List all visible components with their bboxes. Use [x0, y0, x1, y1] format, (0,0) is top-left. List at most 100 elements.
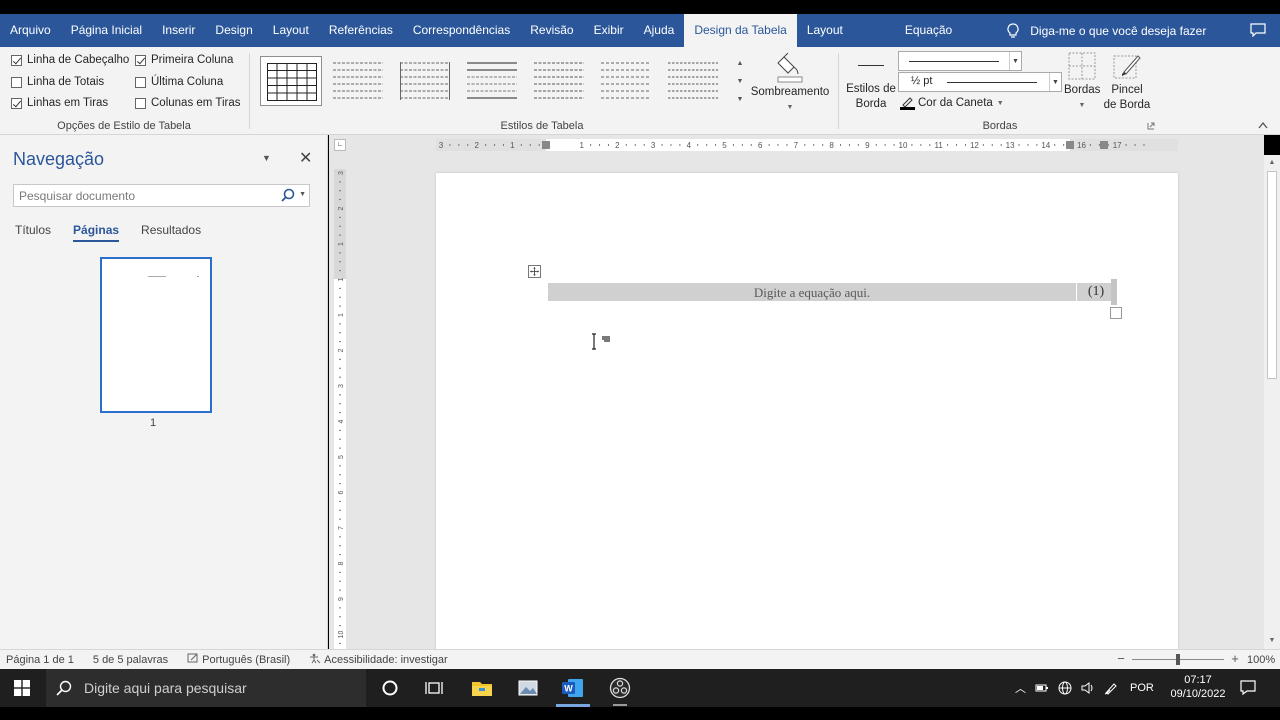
checkbox[interactable] — [11, 76, 22, 88]
search-options-chevron-icon[interactable]: ▼ — [299, 191, 306, 198]
tab-revisao[interactable]: Revisão — [520, 14, 583, 47]
close-icon[interactable]: ✕ — [299, 148, 312, 168]
tab-design[interactable]: Design — [205, 14, 262, 47]
tab-layout-tabela[interactable]: Layout — [797, 14, 853, 47]
table-style-3[interactable] — [394, 56, 456, 106]
gallery-scroll[interactable]: ▲ ▼ ▼ — [734, 54, 746, 110]
scroll-thumb[interactable] — [1267, 171, 1277, 379]
nav-tab-paginas[interactable]: Páginas — [73, 223, 120, 242]
dialog-launcher-icon[interactable] — [1147, 122, 1155, 130]
status-language[interactable]: Português (Brasil) — [187, 653, 290, 666]
tab-equacao[interactable]: Equação — [895, 14, 962, 47]
tab-exibir[interactable]: Exibir — [584, 14, 634, 47]
word-icon[interactable]: W — [562, 677, 584, 699]
zoom-out-icon[interactable]: − — [1116, 652, 1126, 665]
taskbar-search[interactable] — [46, 669, 366, 707]
table-style-2[interactable] — [327, 56, 389, 106]
battery-icon[interactable] — [1035, 681, 1049, 695]
task-view-icon[interactable] — [423, 677, 445, 699]
nav-search-input[interactable] — [19, 188, 279, 203]
table-style-5[interactable] — [528, 56, 590, 106]
tab-ajuda[interactable]: Ajuda — [634, 14, 685, 47]
vertical-scrollbar[interactable]: ▲ ▼ — [1264, 155, 1280, 649]
tray-language[interactable]: POR — [1130, 682, 1154, 694]
equation-placeholder[interactable]: Digite a equação aqui. — [548, 283, 1076, 301]
chk-header-row[interactable]: Linha de Cabeçalho — [11, 54, 129, 66]
zoom-track[interactable] — [1132, 653, 1224, 665]
notification-icon[interactable] — [1240, 680, 1256, 695]
tab-arquivo[interactable]: Arquivo — [0, 14, 61, 47]
taskbar-search-input[interactable] — [84, 680, 364, 696]
pen-color-button[interactable]: Cor da Caneta ▼ — [900, 96, 1004, 110]
zoom-knob[interactable] — [1176, 653, 1180, 665]
gallery-down-icon[interactable]: ▼ — [734, 72, 746, 90]
volume-icon[interactable] — [1081, 681, 1095, 695]
tab-selector[interactable]: ∟ — [334, 139, 346, 151]
checkbox[interactable] — [135, 54, 146, 66]
table-move-icon[interactable] — [528, 265, 541, 278]
shading-button[interactable]: Sombreamento ▼ — [748, 51, 832, 115]
tray-overflow-icon[interactable]: ︿ — [1015, 680, 1026, 696]
collapse-ribbon-icon[interactable] — [1258, 121, 1268, 129]
status-page[interactable]: Página 1 de 1 — [6, 654, 74, 666]
nav-search-box[interactable]: ▼ — [13, 184, 310, 207]
horizontal-ruler[interactable]: 3 2 1 1 2 3 4 5 6 7 8 9 10 11 12 13 14 16 17 — [436, 139, 1178, 151]
chk-banded-rows[interactable]: Linhas em Tiras — [11, 97, 108, 109]
table-resize-handle[interactable] — [1110, 307, 1122, 319]
obs-icon[interactable] — [609, 677, 631, 699]
table-style-6[interactable] — [595, 56, 657, 106]
zoom-slider[interactable]: − + — [1116, 652, 1240, 665]
nav-options-chevron-icon[interactable]: ▼ — [262, 153, 271, 163]
tab-layout[interactable]: Layout — [263, 14, 319, 47]
chevron-down-icon[interactable]: ▼ — [1049, 73, 1061, 91]
status-words[interactable]: 5 de 5 palavras — [93, 654, 168, 666]
tell-me-search[interactable]: Diga-me o que você deseja fazer — [1006, 22, 1206, 39]
comment-icon[interactable] — [1250, 23, 1266, 37]
chk-last-column[interactable]: Última Coluna — [135, 76, 223, 88]
table-style-4[interactable] — [461, 56, 523, 106]
gallery-more-icon[interactable]: ▼ — [734, 90, 746, 108]
document-page[interactable]: Digite a equação aqui. (1) — [436, 173, 1178, 649]
tab-referencias[interactable]: Referências — [319, 14, 403, 47]
file-explorer-icon[interactable] — [471, 677, 493, 699]
search-icon[interactable] — [281, 188, 295, 202]
tab-inserir[interactable]: Inserir — [152, 14, 205, 47]
zoom-in-icon[interactable]: + — [1230, 652, 1240, 665]
zoom-level[interactable]: 100% — [1247, 654, 1275, 666]
nav-tab-titulos[interactable]: Títulos — [15, 223, 51, 237]
system-tray: ︿ POR — [1015, 669, 1154, 707]
scroll-up-icon[interactable]: ▲ — [1267, 159, 1277, 167]
vertical-ruler[interactable]: 3 2 1 1 1 2 3 4 5 6 7 8 9 10 — [334, 169, 346, 649]
network-icon[interactable] — [1058, 681, 1072, 695]
checkbox[interactable] — [11, 54, 22, 66]
tab-pagina-inicial[interactable]: Página Inicial — [61, 14, 152, 47]
pen-icon[interactable] — [1104, 681, 1118, 695]
table-style-grid[interactable] — [260, 56, 322, 106]
status-accessibility[interactable]: Acessibilidade: investigar — [309, 653, 448, 666]
photos-icon[interactable] — [517, 677, 539, 699]
windows-start-icon[interactable] — [14, 680, 30, 696]
checkbox[interactable] — [11, 97, 22, 109]
chk-total-row[interactable]: Linha de Totais — [11, 76, 104, 88]
border-styles-button[interactable]: Estilos de Borda — [845, 57, 897, 112]
gallery-up-icon[interactable]: ▲ — [734, 54, 746, 72]
nav-tab-resultados[interactable]: Resultados — [141, 223, 201, 237]
borders-button[interactable]: Bordas ▼ — [1064, 52, 1100, 113]
line-style-combo[interactable]: ▼ — [898, 51, 1022, 71]
chk-first-column[interactable]: Primeira Coluna — [135, 54, 233, 66]
border-painter-button[interactable]: Pincel de Borda — [1102, 52, 1152, 113]
table-style-7[interactable] — [662, 56, 724, 106]
checkbox[interactable] — [135, 76, 146, 88]
checkbox[interactable] — [135, 97, 146, 109]
tab-design-da-tabela[interactable]: Design da Tabela — [684, 14, 797, 47]
line-weight-combo[interactable]: ½ pt ▼ — [898, 72, 1062, 92]
chevron-down-icon[interactable]: ▼ — [1009, 52, 1021, 70]
ruler-tick-label: 7 — [338, 526, 345, 530]
cortana-icon[interactable] — [379, 677, 401, 699]
scroll-down-icon[interactable]: ▼ — [1267, 637, 1277, 645]
page-thumbnail[interactable] — [100, 257, 212, 413]
chk-banded-columns[interactable]: Colunas em Tiras — [135, 97, 240, 109]
equation-number[interactable]: (1) — [1077, 283, 1115, 301]
taskbar-clock[interactable]: 07:17 09/10/2022 — [1168, 673, 1228, 701]
tab-correspondencias[interactable]: Correspondências — [403, 14, 520, 47]
